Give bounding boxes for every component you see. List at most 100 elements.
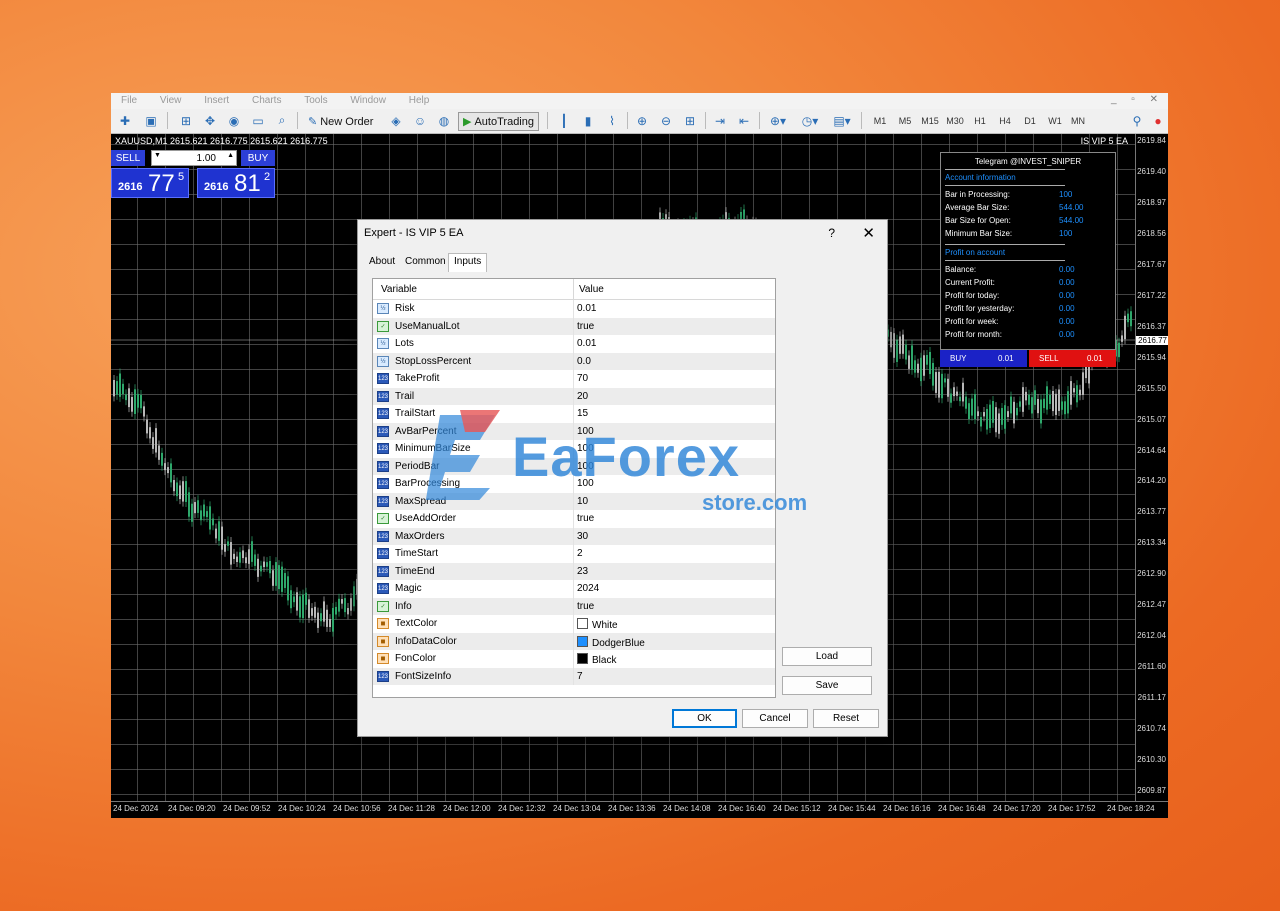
market-watch-icon[interactable]: ⊞: [177, 112, 195, 129]
panel-buy-button[interactable]: BUY 0.01: [940, 350, 1027, 367]
param-value[interactable]: 0.01: [577, 338, 596, 349]
param-row-usemanuallot[interactable]: ✓ UseManualLot true: [373, 317, 775, 335]
param-value[interactable]: true: [577, 601, 594, 612]
timeframe-m30[interactable]: M30: [945, 112, 965, 129]
buy-button[interactable]: BUY: [241, 150, 275, 166]
param-row-info[interactable]: ✓ Info true: [373, 597, 775, 615]
param-value[interactable]: 23: [577, 566, 588, 577]
profiles-icon[interactable]: ▣: [141, 112, 161, 129]
price-tick-label: 2609.87: [1137, 786, 1166, 795]
param-value[interactable]: 2024: [577, 583, 599, 594]
save-button[interactable]: Save: [782, 676, 872, 695]
column-variable[interactable]: Variable: [381, 284, 417, 295]
menu-window[interactable]: Window: [340, 93, 396, 106]
param-row-takeprofit[interactable]: 123 TakeProfit 70: [373, 370, 775, 388]
param-row-maxorders[interactable]: 123 MaxOrders 30: [373, 527, 775, 545]
param-value[interactable]: 7: [577, 671, 583, 682]
panel-sell-label: SELL: [1039, 354, 1059, 363]
new-order-button[interactable]: ✎ New Order: [303, 112, 378, 131]
new-chart-icon[interactable]: ✚: [115, 112, 135, 129]
menu-view[interactable]: View: [150, 93, 192, 106]
help-button[interactable]: ?: [828, 226, 835, 240]
info-value: 544.00: [1059, 216, 1084, 225]
market-icon[interactable]: ◍: [435, 112, 453, 129]
lot-size-input[interactable]: ▼ 1.00 ▲: [151, 150, 237, 166]
zoom-in-icon[interactable]: ⊕: [633, 112, 651, 129]
param-value[interactable]: 0.01: [577, 303, 596, 314]
timeframe-d1[interactable]: D1: [1020, 112, 1040, 129]
sell-price[interactable]: 2616 77 5: [111, 168, 189, 198]
close-icon[interactable]: ✕: [862, 224, 875, 242]
param-value[interactable]: 30: [577, 531, 588, 542]
param-row-risk[interactable]: ½ Risk 0.01: [373, 300, 775, 318]
param-value-text: 20: [577, 390, 589, 402]
navigator-icon[interactable]: ✥: [201, 112, 219, 129]
timeframe-h1[interactable]: H1: [970, 112, 990, 129]
tab-inputs[interactable]: Inputs: [448, 253, 488, 272]
timeframe-mn[interactable]: MN: [1068, 112, 1088, 129]
window-controls[interactable]: _ ▫ ✕: [1111, 94, 1164, 105]
tab-about[interactable]: About: [369, 256, 395, 267]
periods-icon[interactable]: ◷▾: [797, 112, 823, 129]
signals-icon[interactable]: ☺: [411, 112, 429, 129]
timeframe-h4[interactable]: H4: [995, 112, 1015, 129]
timeframe-m5[interactable]: M5: [895, 112, 915, 129]
bar-chart-icon[interactable]: ┃: [555, 112, 573, 129]
param-row-foncolor[interactable]: ◼ FonColor Black: [373, 650, 775, 668]
indicators-icon[interactable]: ⊕▾: [765, 112, 791, 129]
panel-sell-button[interactable]: SELL 0.01: [1029, 350, 1116, 367]
timeframe-m1[interactable]: M1: [870, 112, 890, 129]
menu-charts[interactable]: Charts: [242, 93, 291, 106]
meta-editor-icon[interactable]: ◈: [387, 112, 405, 129]
cancel-button[interactable]: Cancel: [742, 709, 808, 728]
menu-tools[interactable]: Tools: [294, 93, 337, 106]
buy-price[interactable]: 2616 81 2: [197, 168, 275, 198]
lot-up-icon[interactable]: ▲: [227, 152, 234, 159]
candlestick-icon[interactable]: ▮: [579, 112, 597, 129]
menu-help[interactable]: Help: [399, 93, 440, 106]
param-value[interactable]: true: [577, 321, 594, 332]
strategy-tester-icon[interactable]: ⌕: [273, 112, 291, 129]
param-row-timeend[interactable]: 123 TimeEnd 23: [373, 562, 775, 580]
column-value[interactable]: Value: [579, 284, 604, 295]
param-row-trail[interactable]: 123 Trail 20: [373, 387, 775, 405]
lot-dropdown-icon[interactable]: ▼: [154, 152, 161, 159]
param-row-textcolor[interactable]: ◼ TextColor White: [373, 615, 775, 633]
time-tick-label: 24 Dec 09:52: [223, 804, 271, 813]
param-row-stoplosspercent[interactable]: ½ StopLossPercent 0.0: [373, 352, 775, 370]
auto-trading-button[interactable]: ▶ AutoTrading: [458, 112, 539, 131]
timeframe-m15[interactable]: M15: [920, 112, 940, 129]
ok-button[interactable]: OK: [672, 709, 737, 728]
search-icon[interactable]: ⚲: [1129, 112, 1145, 129]
data-window-icon[interactable]: ◉: [225, 112, 243, 129]
param-value[interactable]: 20: [577, 391, 588, 402]
param-row-timestart[interactable]: 123 TimeStart 2: [373, 545, 775, 563]
param-value[interactable]: 0.0: [577, 356, 591, 367]
terminal-icon[interactable]: ▭: [249, 112, 267, 129]
param-row-magic[interactable]: 123 Magic 2024: [373, 580, 775, 598]
line-chart-icon[interactable]: ⌇: [603, 112, 621, 129]
templates-icon[interactable]: ▤▾: [829, 112, 855, 129]
chart-shift-icon[interactable]: ⇤: [735, 112, 753, 129]
menu-insert[interactable]: Insert: [194, 93, 239, 106]
load-button[interactable]: Load: [782, 647, 872, 666]
tile-windows-icon[interactable]: ⊞: [681, 112, 699, 129]
param-name: InfoDataColor: [395, 635, 457, 647]
timeframe-w1[interactable]: W1: [1045, 112, 1065, 129]
autoscroll-icon[interactable]: ⇥: [711, 112, 729, 129]
param-value[interactable]: White: [577, 618, 618, 631]
tab-common[interactable]: Common: [405, 256, 446, 267]
param-value[interactable]: 70: [577, 373, 588, 384]
param-value[interactable]: 2: [577, 548, 583, 559]
zoom-out-icon[interactable]: ⊖: [657, 112, 675, 129]
notification-icon[interactable]: ●: [1151, 112, 1165, 129]
reset-button[interactable]: Reset: [813, 709, 879, 728]
panel-buy-label: BUY: [950, 354, 967, 363]
param-row-fontsizeinfo[interactable]: 123 FontSizeInfo 7: [373, 667, 775, 685]
sell-button[interactable]: SELL: [111, 150, 145, 166]
menu-file[interactable]: File: [111, 93, 147, 106]
param-value[interactable]: DodgerBlue: [577, 635, 645, 649]
param-row-lots[interactable]: ½ Lots 0.01: [373, 335, 775, 353]
param-value[interactable]: Black: [577, 653, 616, 666]
param-row-infodatacolor[interactable]: ◼ InfoDataColor DodgerBlue: [373, 632, 775, 650]
